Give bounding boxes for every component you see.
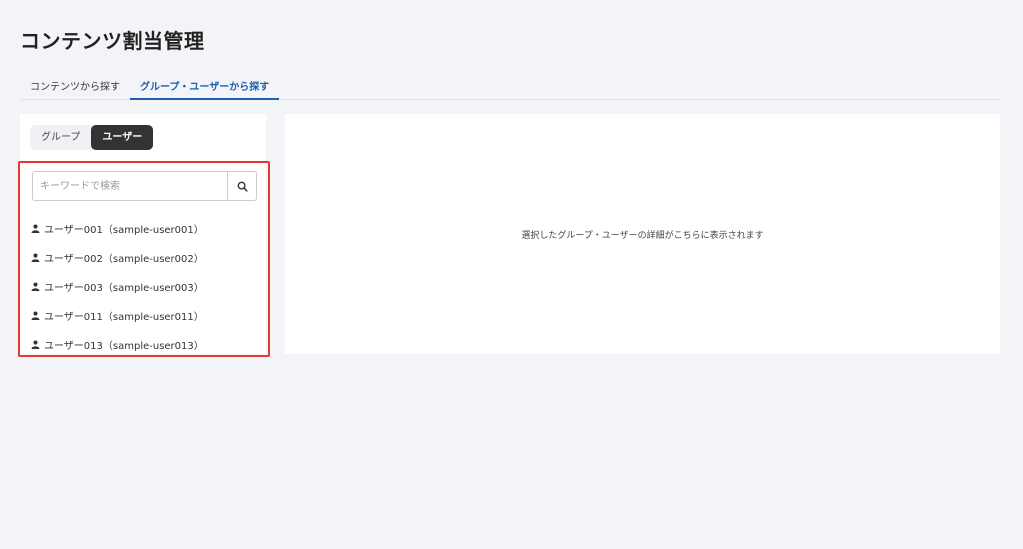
- search-input[interactable]: [33, 172, 227, 200]
- user-list-item[interactable]: ユーザー003（sample-user003）: [31, 272, 261, 301]
- user-list-item[interactable]: ユーザー011（sample-user011）: [31, 301, 261, 330]
- person-icon: [31, 224, 40, 233]
- group-user-toggle: グループ ユーザー: [30, 125, 154, 150]
- person-icon: [31, 282, 40, 291]
- page-title: コンテンツ割当管理: [20, 29, 205, 53]
- user-label: ユーザー003（sample-user003）: [44, 283, 204, 294]
- toggle-user-button[interactable]: ユーザー: [91, 125, 154, 150]
- detail-panel: 選択したグループ・ユーザーの詳細がこちらに表示されます: [285, 114, 1000, 354]
- search-icon: [237, 181, 248, 192]
- tab-search-by-content[interactable]: コンテンツから探す: [20, 74, 130, 100]
- user-list-item[interactable]: ユーザー002（sample-user002）: [31, 243, 261, 272]
- person-icon: [31, 340, 40, 349]
- search-button[interactable]: [227, 172, 256, 200]
- detail-placeholder-text: 選択したグループ・ユーザーの詳細がこちらに表示されます: [521, 230, 764, 241]
- search-box: [32, 171, 257, 201]
- user-list-item[interactable]: ユーザー001（sample-user001）: [31, 214, 261, 243]
- user-list: ユーザー001（sample-user001） ユーザー002（sample-u…: [31, 214, 261, 359]
- tab-search-by-group-user[interactable]: グループ・ユーザーから探す: [130, 74, 280, 100]
- user-label: ユーザー011（sample-user011）: [44, 312, 204, 323]
- user-label: ユーザー001（sample-user001）: [44, 225, 204, 236]
- user-list-item[interactable]: ユーザー013（sample-user013）: [31, 330, 261, 359]
- tab-bar: コンテンツから探す グループ・ユーザーから探す: [20, 74, 1000, 100]
- person-icon: [31, 253, 40, 262]
- toggle-group-button[interactable]: グループ: [30, 125, 91, 150]
- user-label: ユーザー002（sample-user002）: [44, 254, 204, 265]
- user-label: ユーザー013（sample-user013）: [44, 341, 204, 352]
- person-icon: [31, 311, 40, 320]
